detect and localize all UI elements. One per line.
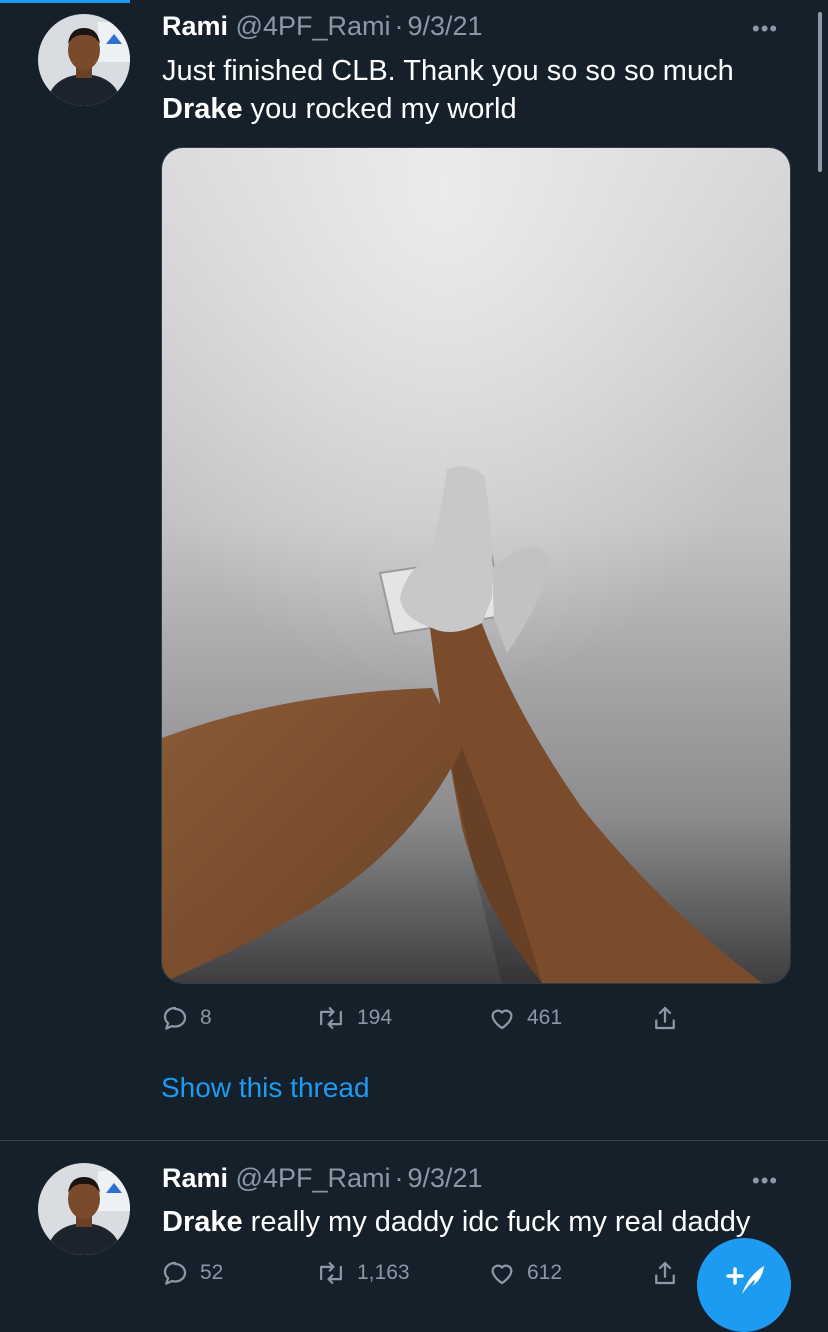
separator-dot: · [394,11,404,41]
heart-icon [491,1264,513,1285]
reply-button[interactable]: 8 [160,1003,212,1033]
retweet-count: 194 [357,1006,393,1029]
tweet-photo[interactable] [161,147,791,984]
compose-tweet-icon [726,1266,764,1294]
mention-drake: Drake [162,1206,243,1238]
tweet-header: Rami @4PF_Rami · 9/3/21 [162,10,483,42]
tweet-actions: 8 194 461 [160,1003,700,1033]
like-button[interactable]: 461 [487,1003,562,1033]
tweet-text-line: Drake you rocked my world [162,93,517,125]
username[interactable]: @4PF_Rami [236,11,391,41]
scrollbar[interactable] [818,12,822,172]
compose-tweet-button[interactable] [697,1238,791,1332]
username[interactable]: @4PF_Rami [236,1163,391,1193]
avatar[interactable] [38,14,130,106]
reply-count: 8 [200,1006,212,1029]
reply-count: 52 [200,1261,224,1284]
tweet-actions: 52 1,163 612 [160,1258,700,1288]
avatar[interactable] [38,1163,130,1255]
like-count: 612 [527,1261,563,1284]
like-button[interactable]: 612 [487,1258,562,1288]
display-name[interactable]: Rami [162,11,228,41]
more-options-icon[interactable]: ••• [752,16,778,42]
share-icon [655,1261,675,1285]
share-button[interactable] [650,1258,680,1288]
retweet-button[interactable]: 194 [315,1003,392,1033]
tweet-text: Just finished CLB. Thank you so so so mu… [162,52,734,128]
share-icon [655,1006,675,1030]
tweet-text: Drake really my daddy idc fuck my real d… [162,1206,751,1238]
share-button[interactable] [650,1003,680,1033]
like-count: 461 [527,1006,563,1029]
retweet-icon [320,1007,342,1029]
display-name[interactable]: Rami [162,1163,228,1193]
tweet-divider [0,1140,828,1141]
top-accent-bar [0,0,130,3]
retweet-icon [320,1262,342,1284]
tweet-header: Rami @4PF_Rami · 9/3/21 [162,1162,483,1194]
reply-icon [163,1261,187,1285]
separator-dot: · [394,1163,404,1193]
retweet-button[interactable]: 1,163 [315,1258,410,1288]
tweet-text-line: Just finished CLB. Thank you so so so mu… [162,55,734,87]
reply-button[interactable]: 52 [160,1258,223,1288]
more-options-icon[interactable]: ••• [752,1168,778,1194]
tweet-date[interactable]: 9/3/21 [408,11,483,41]
retweet-count: 1,163 [357,1261,410,1284]
reply-icon [163,1006,187,1030]
show-thread-link[interactable]: Show this thread [161,1072,370,1104]
tweet-date[interactable]: 9/3/21 [408,1163,483,1193]
heart-icon [491,1009,513,1030]
mention-drake: Drake [162,93,243,125]
